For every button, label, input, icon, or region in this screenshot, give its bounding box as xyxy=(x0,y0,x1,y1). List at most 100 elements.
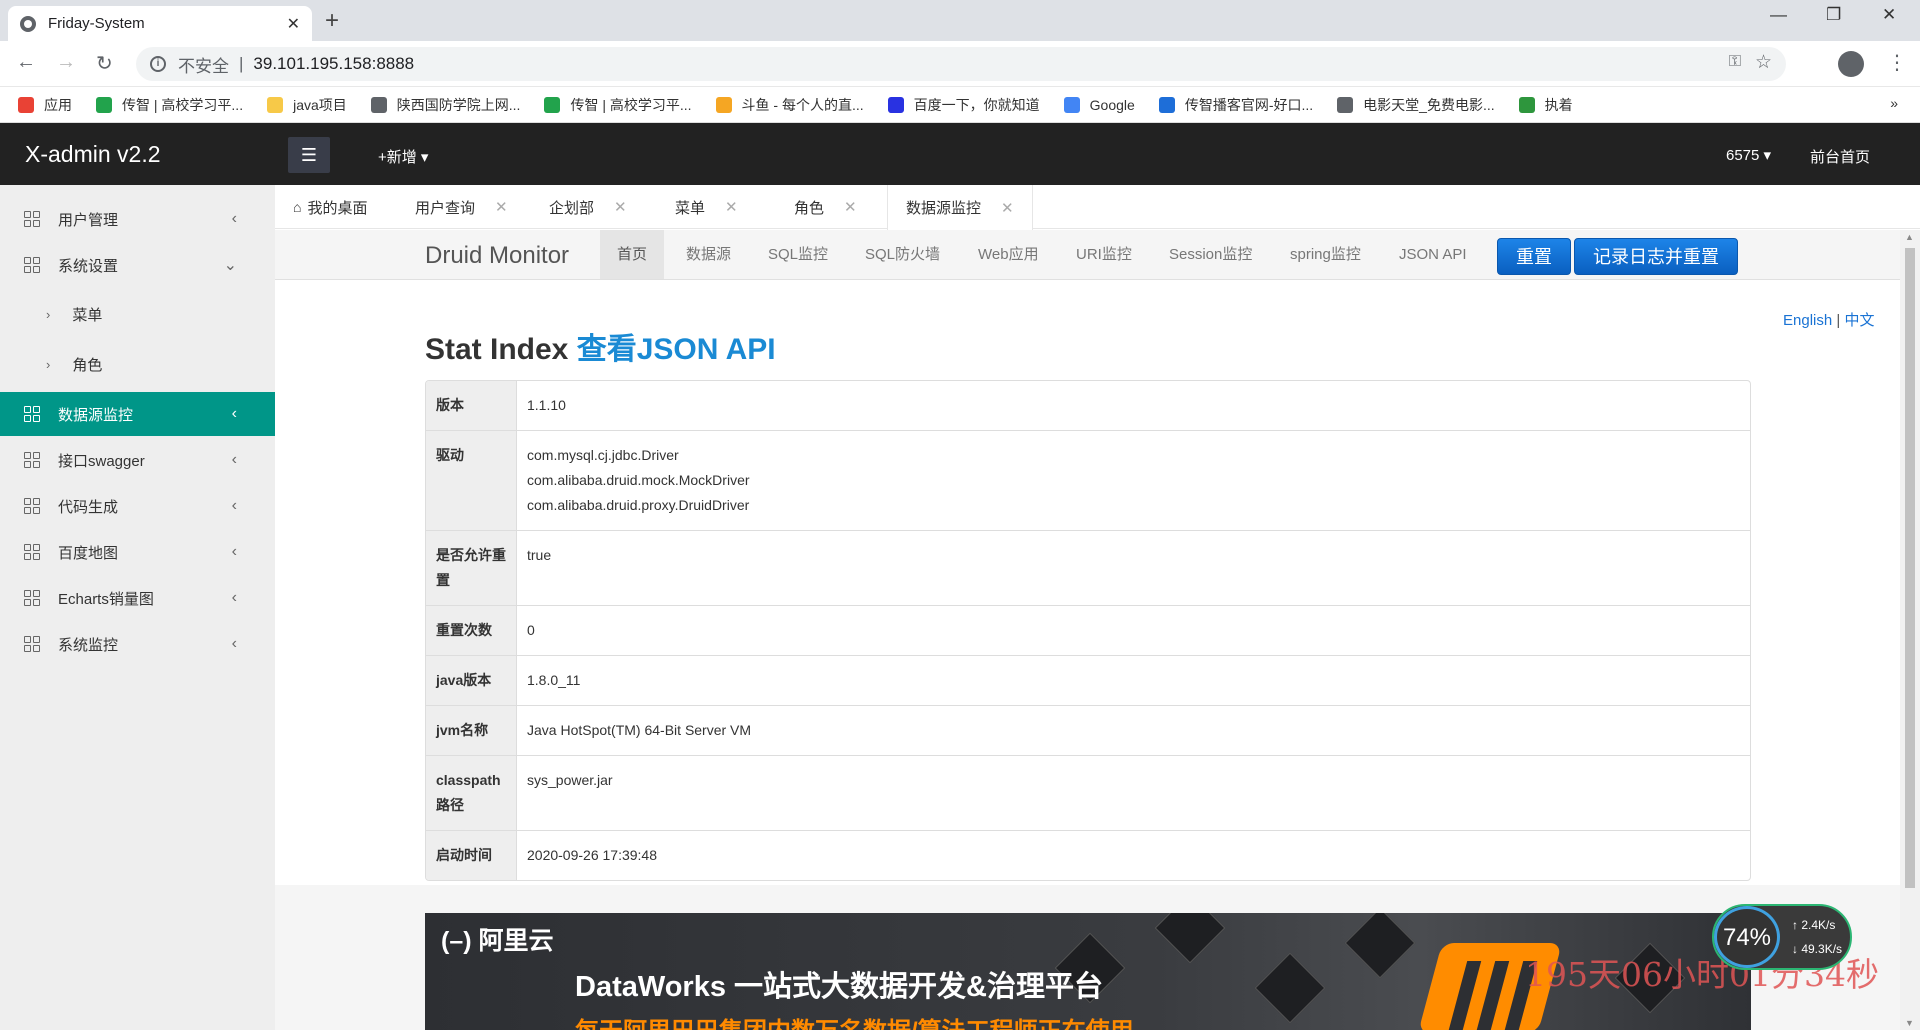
sidebar-item-code-generation[interactable]: 代码生成 ‹ xyxy=(0,484,275,528)
url-separator: | xyxy=(239,54,244,73)
sidebar-item-echarts[interactable]: Echarts销量图 ‹ xyxy=(0,576,275,620)
close-icon[interactable]: ✕ xyxy=(614,198,627,216)
table-row: 版本 1.1.10 xyxy=(426,381,1750,430)
douban-icon xyxy=(1518,96,1535,113)
tab-desktop[interactable]: ⌂ 我的桌面 xyxy=(293,185,367,229)
chevron-left-icon: ‹ xyxy=(231,210,237,227)
druid-nav-spring[interactable]: spring监控 xyxy=(1273,230,1378,279)
druid-nav-wall[interactable]: SQL防火墙 xyxy=(848,230,957,279)
key-icon[interactable]: ⚿ xyxy=(1729,53,1741,71)
grid-icon xyxy=(24,452,40,468)
tab-user-query[interactable]: 用户查询 ✕ xyxy=(415,185,508,229)
minimize-button[interactable]: — xyxy=(1770,5,1787,25)
close-window-button[interactable]: ✕ xyxy=(1882,5,1896,25)
scrollbar-thumb[interactable] xyxy=(1905,248,1915,888)
druid-nav-uri[interactable]: URI监控 xyxy=(1059,230,1149,279)
info-icon[interactable]: i xyxy=(150,56,166,72)
sidebar-subitem-role[interactable]: › 角色 xyxy=(0,342,275,386)
sidebar-item-system-monitor[interactable]: 系统监控 ‹ xyxy=(0,622,275,666)
front-page-link[interactable]: 前台首页 xyxy=(1810,146,1870,167)
close-icon[interactable]: ✕ xyxy=(725,198,738,216)
close-icon[interactable]: ✕ xyxy=(495,198,508,216)
profile-icon[interactable] xyxy=(1838,51,1864,77)
bookmark-item[interactable]: 电影天堂_免费电影... xyxy=(1337,95,1495,115)
tab-role[interactable]: 角色 ✕ xyxy=(794,185,857,229)
scroll-up-icon[interactable]: ▲ xyxy=(1905,232,1914,242)
browser-tabstrip: Friday-System ✕ + — ❐ ✕ xyxy=(0,0,1920,41)
reload-button[interactable]: ↻ xyxy=(96,51,113,76)
google-icon xyxy=(1063,96,1080,113)
scroll-down-icon[interactable]: ▼ xyxy=(1905,1018,1914,1028)
druid-nav-webapp[interactable]: Web应用 xyxy=(961,230,1056,279)
star-icon[interactable]: ☆ xyxy=(1755,51,1772,74)
bookmark-item[interactable]: 应用 xyxy=(18,95,72,115)
table-row: 重置次数 0 xyxy=(426,605,1750,655)
bookmark-item[interactable]: Google xyxy=(1063,96,1135,113)
bookmark-item[interactable]: 传智 | 高校学习平... xyxy=(96,95,243,115)
globe-icon xyxy=(370,96,387,113)
network-monitor-widget[interactable]: 74% ↑ 2.4K/s ↓ 49.3K/s xyxy=(1712,904,1852,970)
sidebar-item-system-settings[interactable]: 系统设置 ⌄ xyxy=(0,243,275,287)
json-api-link[interactable]: 查看JSON API xyxy=(577,333,776,366)
sidebar-item-label: 菜单 xyxy=(72,306,103,324)
table-row: jvm名称 Java HotSpot(TM) 64-Bit Server VM xyxy=(426,705,1750,755)
bookmark-label: 斗鱼 - 每个人的直... xyxy=(741,96,864,113)
sidebar-item-user-management[interactable]: 用户管理 ‹ xyxy=(0,197,275,241)
chevron-left-icon: ‹ xyxy=(231,405,237,422)
close-icon[interactable]: ✕ xyxy=(1001,199,1014,217)
druid-brand[interactable]: Druid Monitor xyxy=(425,242,569,270)
restore-button[interactable]: ❐ xyxy=(1826,5,1841,25)
browser-tab-title: Friday-System xyxy=(48,15,145,32)
table-row: classpath路径 sys_power.jar xyxy=(426,755,1750,830)
url-field[interactable]: i 不安全 | 39.101.195.158:8888 ⚿ ☆ xyxy=(136,47,1786,81)
sidebar-item-baidu-map[interactable]: 百度地图 ‹ xyxy=(0,530,275,574)
chip-decoration xyxy=(1254,952,1326,1024)
bookmark-item[interactable]: 传智 | 高校学习平... xyxy=(544,95,692,115)
browser-tab[interactable]: Friday-System ✕ xyxy=(8,6,312,41)
globe-icon xyxy=(20,15,36,32)
bookmark-item[interactable]: 传智播客官网-好口... xyxy=(1158,95,1313,115)
table-value: 2020-09-26 17:39:48 xyxy=(527,847,657,863)
druid-nav-home[interactable]: 首页 xyxy=(600,230,665,279)
sidebar-item-swagger[interactable]: 接口swagger ‹ xyxy=(0,438,275,482)
bookmark-item[interactable]: 百度一下，你就知道 xyxy=(887,95,1040,115)
tab-planning-dept[interactable]: 企划部 ✕ xyxy=(549,185,627,229)
lang-chinese-link[interactable]: 中文 xyxy=(1844,312,1874,329)
chevron-left-icon: ‹ xyxy=(231,635,237,652)
user-menu[interactable]: 6575 ▾ xyxy=(1726,146,1771,164)
new-tab-button[interactable]: + xyxy=(325,7,339,35)
bookmark-item[interactable]: 执着 xyxy=(1518,95,1573,115)
grid-icon xyxy=(24,406,40,422)
upload-speed: ↑ 2.4K/s xyxy=(1792,918,1836,932)
menu-kebab-icon[interactable]: ⋮ xyxy=(1887,50,1907,75)
druid-nav-json-api[interactable]: JSON API xyxy=(1382,230,1484,279)
menu-toggle-button[interactable]: ☰ xyxy=(288,137,330,173)
druid-nav-sql[interactable]: SQL监控 xyxy=(751,230,845,279)
bookmark-item[interactable]: 陕西国防学院上网... xyxy=(370,95,520,115)
bookmarks-more-icon[interactable]: » xyxy=(1890,95,1898,111)
back-button[interactable]: ← xyxy=(16,51,36,74)
lang-english-link[interactable]: English xyxy=(1783,312,1832,329)
reset-button[interactable]: 重置 xyxy=(1497,238,1571,275)
sidebar-subitem-menu[interactable]: › 菜单 xyxy=(0,292,275,336)
close-tab-icon[interactable]: ✕ xyxy=(287,14,300,34)
sidebar-item-datasource-monitor[interactable]: 数据源监控 ‹ xyxy=(0,392,275,436)
page-scrollbar[interactable]: ▲ ▼ xyxy=(1900,230,1920,1030)
grid-icon xyxy=(24,636,40,652)
add-new-menu[interactable]: +新增 ▾ xyxy=(378,146,428,167)
table-row: 启动时间 2020-09-26 17:39:48 xyxy=(426,830,1750,880)
page-title: Stat Index 查看JSON API xyxy=(425,324,776,368)
bookmark-item[interactable]: java项目 xyxy=(267,95,347,115)
tab-menu[interactable]: 菜单 ✕ xyxy=(675,185,738,229)
druid-nav-session[interactable]: Session监控 xyxy=(1152,230,1269,279)
url-text[interactable]: 39.101.195.158:8888 xyxy=(253,54,414,74)
tab-datasource-monitor[interactable]: 数据源监控 ✕ xyxy=(887,185,1033,230)
bookmark-item[interactable]: 斗鱼 - 每个人的直... xyxy=(715,95,864,115)
druid-nav-datasource[interactable]: 数据源 xyxy=(669,230,748,279)
log-and-reset-button[interactable]: 记录日志并重置 xyxy=(1574,238,1738,275)
close-icon[interactable]: ✕ xyxy=(844,198,857,216)
grid-icon xyxy=(24,544,40,560)
sidebar-item-label: 接口swagger xyxy=(58,452,145,470)
sidebar-item-label: 用户管理 xyxy=(58,211,119,229)
forward-button[interactable]: → xyxy=(56,51,76,74)
